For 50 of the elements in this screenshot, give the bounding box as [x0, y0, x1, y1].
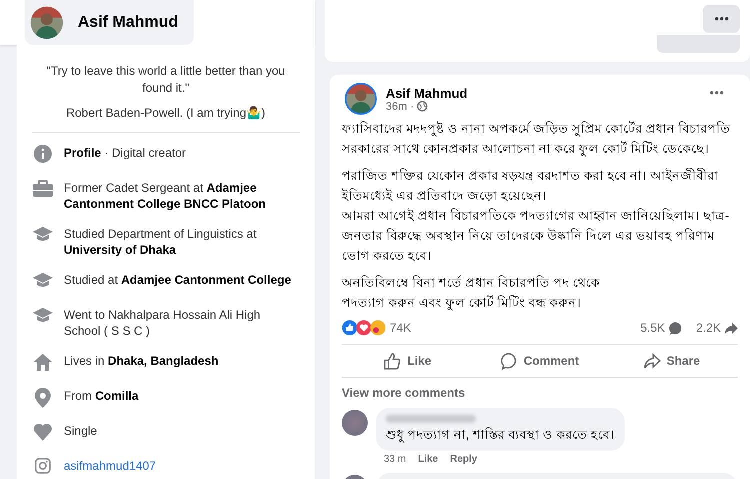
graduation-cap-icon: [33, 307, 53, 323]
intro-detail: Studied Department of Linguistics at University of Dhaka: [64, 226, 258, 258]
like-button[interactable]: Like: [342, 345, 474, 377]
bio-text: Robert Baden-Powell. (I am trying🤷‍♂): [65, 105, 267, 122]
post-time[interactable]: 36m ·: [386, 100, 414, 112]
like-link[interactable]: Like: [418, 454, 438, 465]
avatar[interactable]: [345, 83, 377, 115]
share-button[interactable]: Share: [606, 345, 738, 377]
more-button[interactable]: [703, 5, 740, 33]
share-arrow-icon: [725, 322, 738, 334]
intro-detail: Went to Nakhalpara Hossain Ali High School ( S S C ): [64, 307, 262, 339]
post-text: অনতিবিলম্বে বিনা শর্তে প্রধান বিচারপতি পদ থেকে পদত্যাগ করুন এবং ফুল কোর্ট মিটিং বন্ধ করুন।: [342, 274, 601, 313]
more-icon: [714, 17, 728, 21]
briefcase-icon: [33, 180, 53, 198]
intro-detail: Single: [64, 423, 98, 439]
info-icon: [34, 145, 52, 163]
map-pin-icon: [35, 388, 51, 408]
speech-bubble-icon: [500, 352, 518, 370]
heart-icon: [33, 423, 53, 441]
share-count[interactable]: 2.2K: [696, 321, 721, 335]
post-text: ফ্যাসিবাদের মদদপুষ্ট ও নানা অপকর্মে জড়িত সুপ্রিম কোর্টের প্রধান বিচারপতি সরকারের সাথে কোনপ্রকার আলোচনা না করে ফুল কোর্ট মিটিং ডেকেছে।: [342, 120, 732, 159]
avatar[interactable]: [342, 410, 368, 436]
post-text: পরাজিত শক্তির যেকোন প্রকার ষড়যন্ত্র বরদাশত করা হবে না। আইনজীবীরা ইতিমধ্যেই এর প্রতিবাদে জড়ো হয়েছেন। আমরা আগেই প্রধান বিচারপতিকে পদত্যাগের আহ্বান জানিয়েছিলাম। ছাত্র-জনতার বিরুদ্ধে অবস্থান নিয়ে তাদেরকে উষ্কানি দিলে এর ভয়াবহ পরিণাম ভোগ করতে হবে।: [342, 167, 730, 265]
intro-detail: Former Cadet Sergeant at Adamjee Cantonment College BNCC Platoon: [64, 180, 268, 212]
intro-detail: Profile · Digital creator: [64, 145, 186, 161]
reactions-icon: [342, 320, 386, 336]
graduation-cap-icon: [33, 226, 53, 242]
bio-text: "Try to leave this world a little better than you found it.": [46, 63, 286, 97]
speech-bubble-icon: [669, 322, 682, 334]
comment-button[interactable]: Comment: [474, 345, 606, 377]
intro-detail: Studied at Adamjee Cantonment College: [64, 272, 292, 288]
graduation-cap-icon: [33, 272, 53, 288]
intro-detail: Lives in Dhaka, Bangladesh: [64, 353, 219, 369]
reaction-count[interactable]: 74K: [390, 321, 412, 335]
comment-time[interactable]: 33 m: [384, 454, 406, 465]
profile-link[interactable]: asifmahmud1407: [64, 458, 156, 474]
comment-count[interactable]: 5.5K: [640, 321, 666, 335]
house-icon: [34, 353, 52, 371]
globe-icon: [417, 101, 428, 112]
more-icon[interactable]: [710, 91, 724, 95]
profile-tab[interactable]: Asif Mahmud: [25, 0, 194, 45]
thumbs-up-icon: [384, 352, 402, 370]
share-arrow-icon: [644, 352, 661, 370]
comment-text: শুধু পদত্যাগ না, শাস্তির ব্যবস্থা ও করতে হবে।: [386, 426, 615, 445]
instagram-icon: [35, 458, 51, 474]
view-more-comments-link[interactable]: View more comments: [342, 386, 466, 400]
reply-link[interactable]: Reply: [450, 454, 478, 465]
author-name[interactable]: Asif Mahmud: [386, 86, 468, 100]
avatar[interactable]: [30, 6, 64, 40]
intro-detail: From Comilla: [64, 388, 139, 404]
